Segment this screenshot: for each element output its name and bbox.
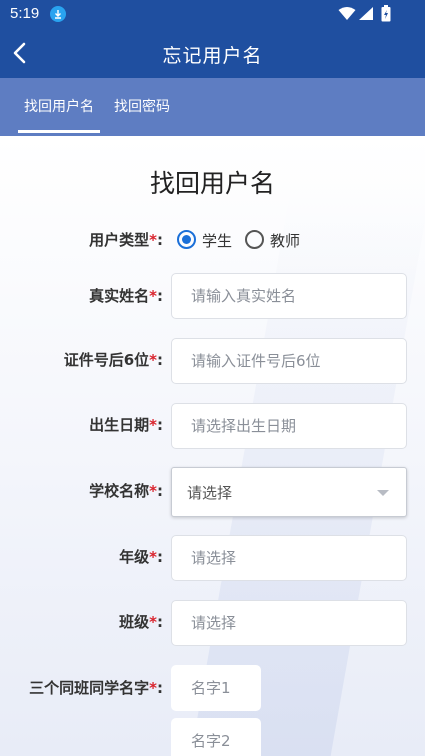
classmate-name2-input[interactable] <box>171 718 261 756</box>
id-last6-label: 证件号后6位*: <box>63 351 163 369</box>
download-notification-icon <box>50 6 66 22</box>
signal-icon <box>359 7 373 20</box>
status-time: 5:19 <box>10 5 40 22</box>
radio-teacher[interactable] <box>245 230 264 249</box>
class-label: 班级*: <box>119 613 163 631</box>
id-last6-input[interactable] <box>171 338 407 384</box>
classmates-label: 三个同班同学名字*: <box>29 679 163 697</box>
school-select-value: 请选择 <box>187 484 233 502</box>
tab-find-username[interactable]: 找回用户名 <box>24 96 94 116</box>
dropdown-arrow-icon <box>377 490 389 496</box>
radio-student-label[interactable]: 学生 <box>202 230 232 251</box>
birth-date-input[interactable] <box>171 403 407 449</box>
app-title: 忘记用户名 <box>162 45 263 67</box>
user-type-label: 用户类型*: <box>89 231 163 249</box>
form-area: 找回用户名 用户类型*: 学生 教师 真实姓名*: 证件号后6位*: 出生日期*… <box>0 136 425 756</box>
battery-icon <box>381 5 391 22</box>
grade-label: 年级*: <box>119 548 163 566</box>
school-label: 学校名称*: <box>89 482 163 500</box>
page-title: 找回用户名 <box>149 169 275 198</box>
tab-active-indicator <box>18 130 100 133</box>
wifi-icon <box>338 7 356 20</box>
tab-find-password[interactable]: 找回密码 <box>114 96 170 116</box>
class-input[interactable] <box>171 600 407 646</box>
radio-student[interactable] <box>177 230 196 249</box>
app-bar: 忘记用户名 <box>0 28 425 78</box>
school-select[interactable]: 请选择 <box>171 467 407 517</box>
tab-bar: 找回用户名 找回密码 <box>0 78 425 136</box>
radio-teacher-label[interactable]: 教师 <box>270 230 300 251</box>
birth-date-label: 出生日期*: <box>89 416 163 434</box>
real-name-input[interactable] <box>171 273 407 319</box>
grade-input[interactable] <box>171 535 407 581</box>
status-bar: 5:19 <box>0 0 425 28</box>
real-name-label: 真实姓名*: <box>89 287 163 305</box>
classmate-name1-input[interactable] <box>171 665 261 711</box>
